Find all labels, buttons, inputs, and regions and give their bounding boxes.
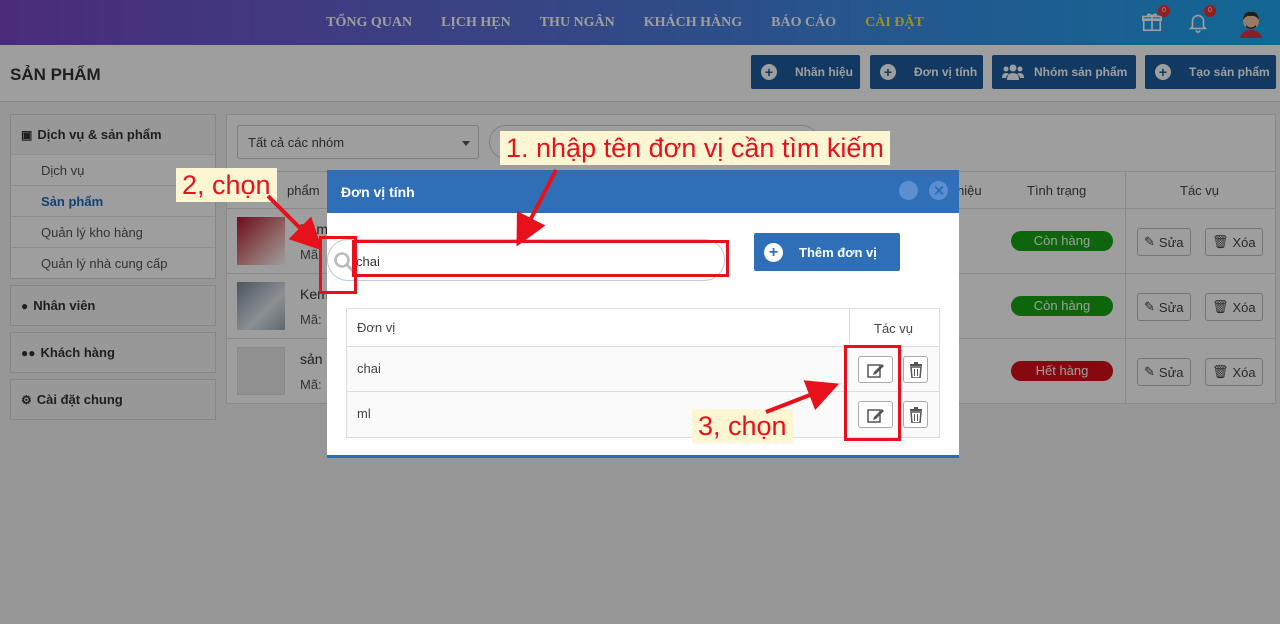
modal-title: Đơn vị tính (341, 184, 415, 200)
close-icon[interactable] (929, 181, 948, 200)
annotation-step2: 2, chọn (176, 168, 277, 202)
unit-name: ml (357, 406, 371, 421)
plus-icon: + (764, 242, 783, 262)
add-unit-button[interactable]: + Thêm đơn vị (754, 233, 900, 271)
col-actions: Tác vụ (874, 321, 914, 336)
delete-unit-button[interactable] (903, 356, 928, 383)
annotation-box-search (352, 240, 729, 277)
palette-icon[interactable] (899, 181, 918, 200)
add-unit-label: Thêm đơn vị (799, 244, 877, 260)
trash-icon (909, 361, 922, 378)
delete-unit-button[interactable] (903, 401, 928, 428)
annotation-step3: 3, chọn (692, 409, 793, 443)
col-unit: Đơn vị (357, 320, 396, 335)
annotation-box-edit (844, 345, 901, 441)
modal-header: Đơn vị tính (327, 170, 959, 213)
annotation-box-search-icon (319, 236, 357, 294)
annotation-step1: 1. nhập tên đơn vị cần tìm kiếm (500, 131, 890, 165)
unit-table-header: Đơn vị Tác vụ (347, 309, 939, 347)
unit-name: chai (357, 361, 381, 376)
trash-icon (909, 406, 922, 423)
